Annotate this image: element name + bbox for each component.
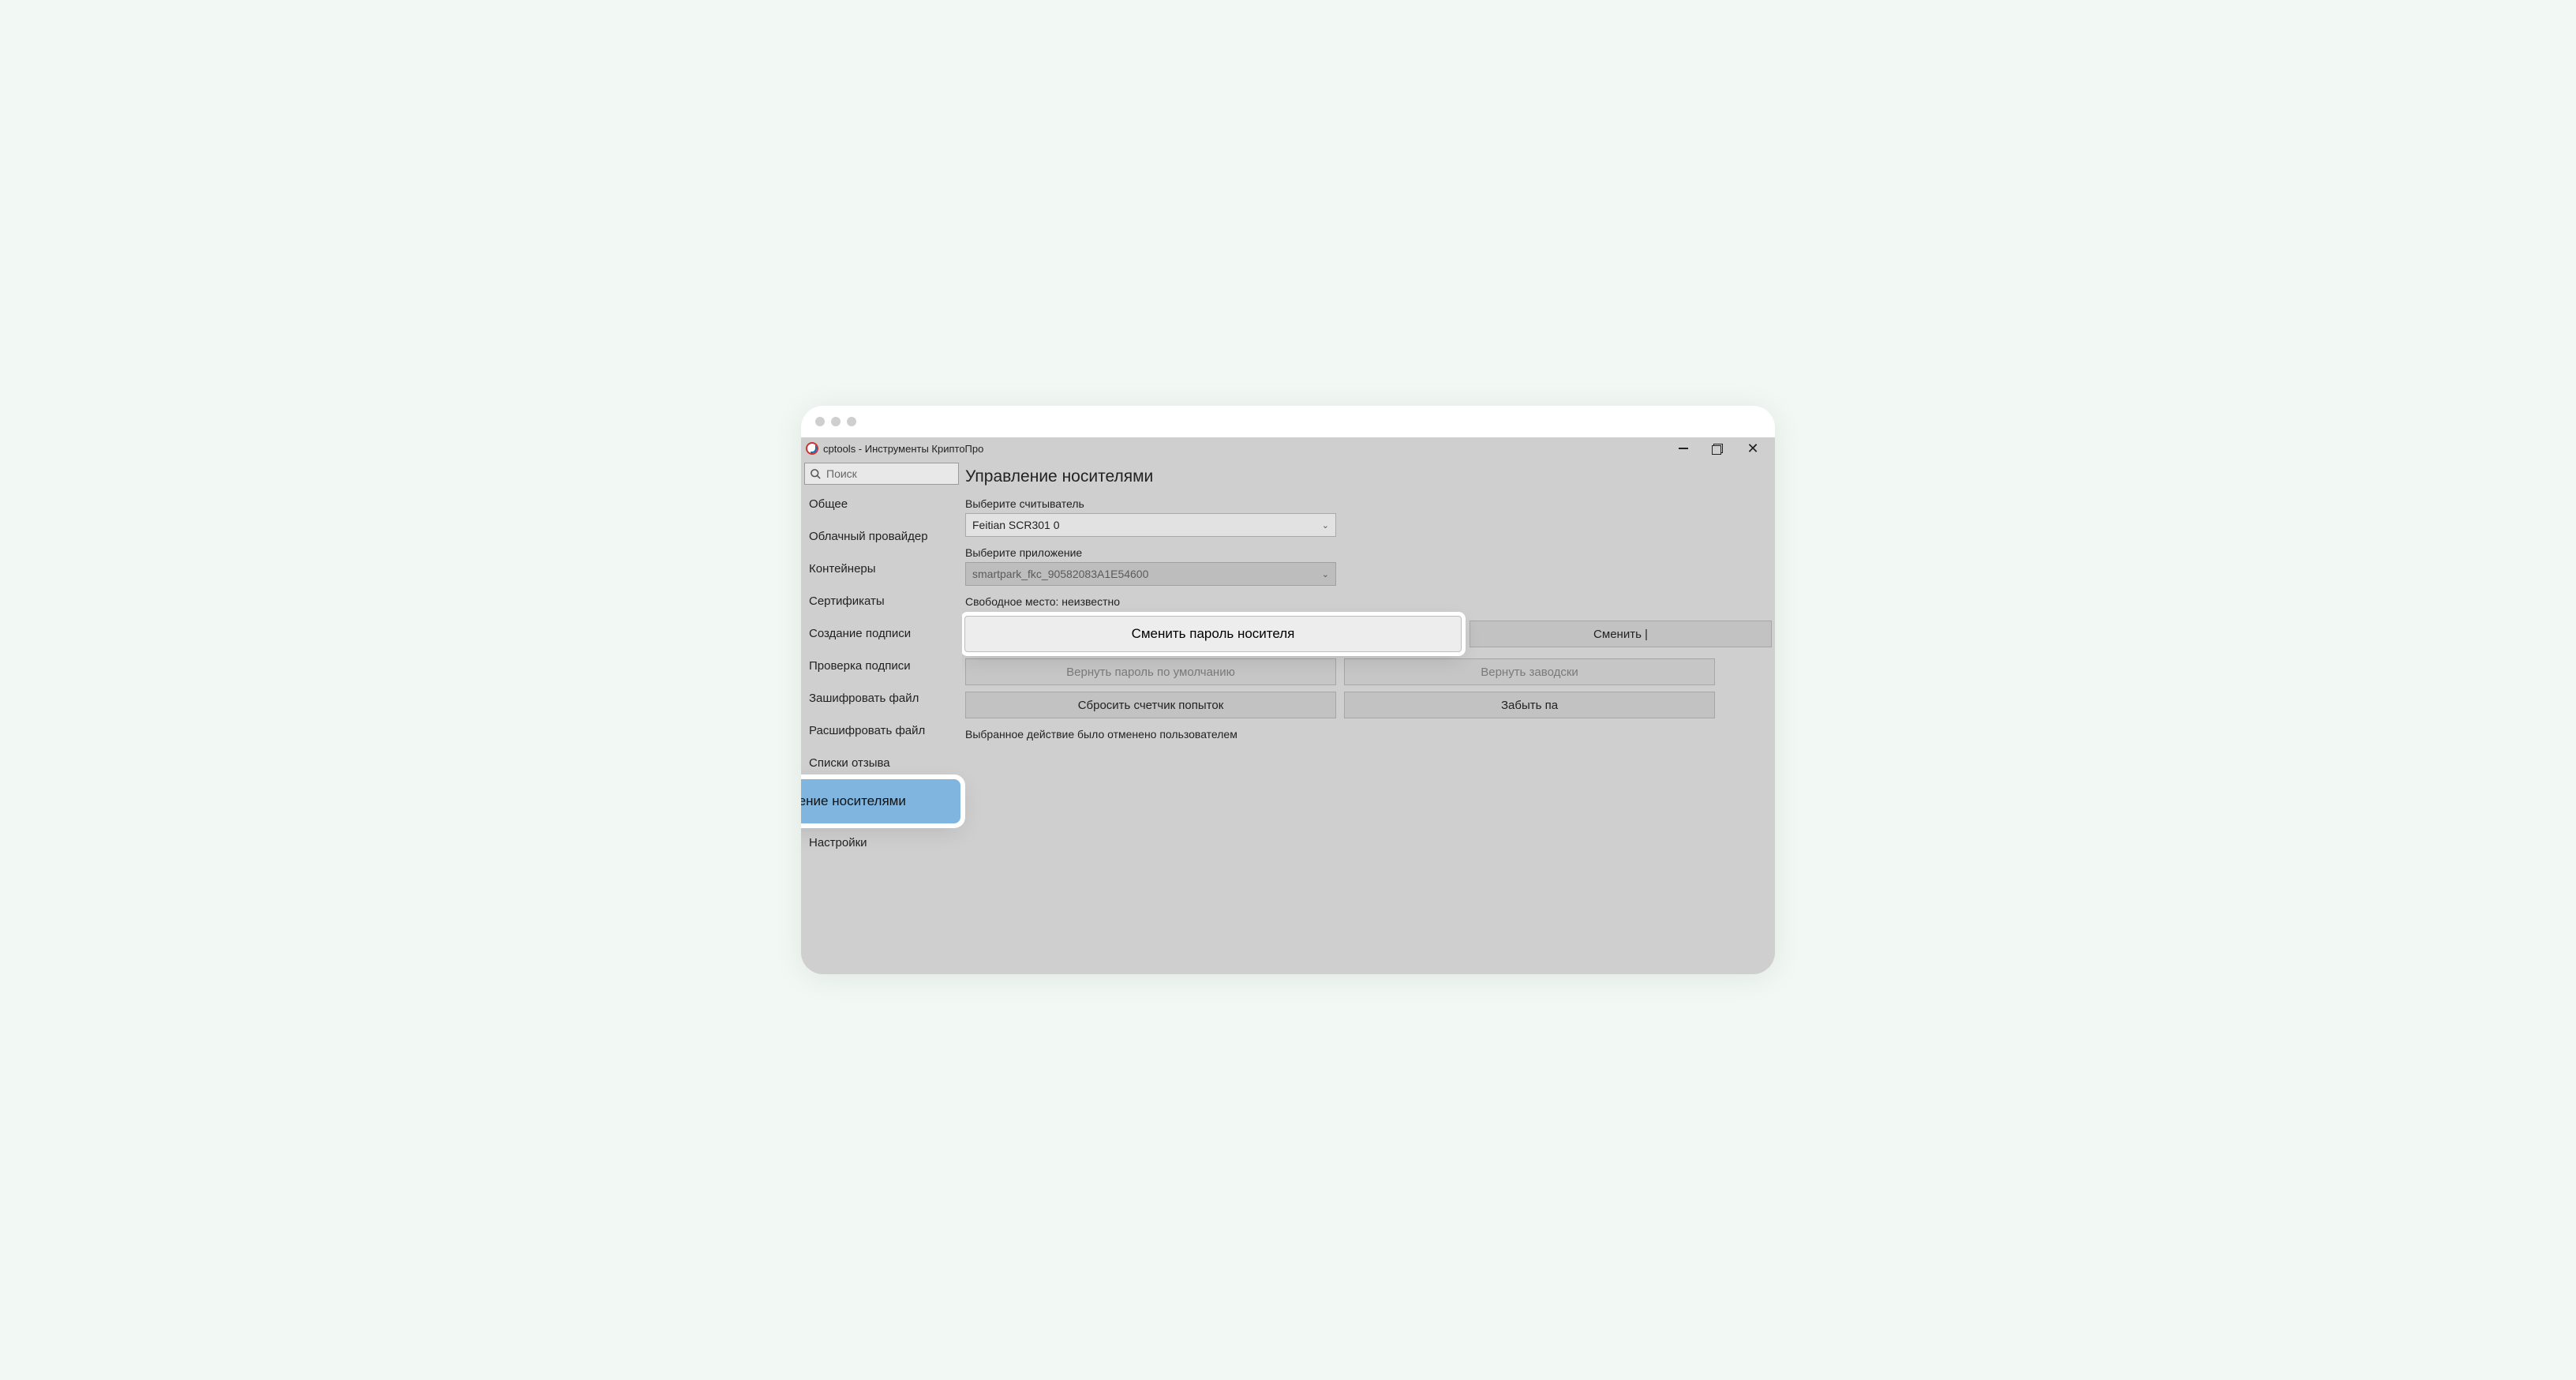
search-input[interactable]	[826, 467, 953, 480]
maximize-button[interactable]	[1701, 437, 1735, 459]
sidebar-item-decrypt-file[interactable]: Расшифровать файл	[801, 714, 962, 747]
restore-default-password-button: Вернуть пароль по умолчанию	[965, 658, 1336, 685]
chevron-down-icon: ⌄	[1322, 569, 1329, 579]
app-titlebar: cptools - Инструменты КриптоПро ✕	[801, 437, 1775, 459]
sidebar-item-verify-signature[interactable]: Проверка подписи	[801, 650, 962, 682]
change-media-password-button[interactable]: Сменить пароль носителя	[964, 616, 1462, 652]
search-input-wrap[interactable]	[804, 463, 959, 485]
sidebar-item-general[interactable]: Общее	[801, 488, 962, 520]
window-controls: ✕	[1666, 437, 1770, 459]
reader-label: Выберите считыватель	[965, 497, 1772, 510]
free-space-label: Свободное место: неизвестно	[965, 595, 1772, 608]
sidebar-nav: Общее Облачный провайдер Контейнеры Серт…	[801, 488, 962, 859]
sidebar-item-media-management[interactable]: Управление носителями	[801, 779, 960, 823]
app-logo-icon	[806, 442, 818, 455]
chevron-down-icon: ⌄	[1322, 520, 1329, 531]
sidebar-item-containers[interactable]: Контейнеры	[801, 553, 962, 585]
app-window: cptools - Инструменты КриптоПро ✕	[801, 437, 1775, 974]
sidebar-item-encrypt-file[interactable]: Зашифровать файл	[801, 682, 962, 714]
sidebar-item-certificates[interactable]: Сертификаты	[801, 585, 962, 617]
sidebar: Общее Облачный провайдер Контейнеры Серт…	[801, 459, 962, 974]
main-panel: Управление носителями Выберите считывате…	[962, 459, 1775, 974]
sidebar-item-cloud-provider[interactable]: Облачный провайдер	[801, 520, 962, 553]
minimize-button[interactable]	[1666, 437, 1701, 459]
sidebar-item-revocation-lists[interactable]: Списки отзыва	[801, 747, 962, 779]
reader-select[interactable]: Feitian SCR301 0 ⌄	[965, 513, 1336, 537]
change-button[interactable]: Сменить |	[1470, 621, 1772, 647]
mac-titlebar	[801, 406, 1775, 437]
mac-minimize-dot[interactable]	[831, 417, 841, 426]
forget-password-button[interactable]: Забыть па	[1344, 692, 1715, 718]
status-message: Выбранное действие было отменено пользов…	[965, 728, 1772, 741]
window-title: cptools - Инструменты КриптоПро	[823, 443, 983, 455]
sidebar-item-create-signature[interactable]: Создание подписи	[801, 617, 962, 650]
mac-close-dot[interactable]	[815, 417, 825, 426]
application-label: Выберите приложение	[965, 546, 1772, 559]
application-select-value: smartpark_fkc_90582083A1E54600	[972, 568, 1148, 580]
search-icon	[810, 468, 822, 480]
mac-zoom-dot[interactable]	[847, 417, 856, 426]
reader-select-value: Feitian SCR301 0	[972, 519, 1060, 531]
restore-factory-button: Вернуть заводски	[1344, 658, 1715, 685]
reset-attempt-counter-button[interactable]: Сбросить счетчик попыток	[965, 692, 1336, 718]
close-button[interactable]: ✕	[1735, 437, 1770, 459]
outer-frame: cptools - Инструменты КриптоПро ✕	[801, 406, 1775, 974]
sidebar-item-settings[interactable]: Настройки	[801, 827, 962, 859]
application-select: smartpark_fkc_90582083A1E54600 ⌄	[965, 562, 1336, 586]
app-body: Общее Облачный провайдер Контейнеры Серт…	[801, 459, 1775, 974]
page-title: Управление носителями	[965, 467, 1772, 486]
